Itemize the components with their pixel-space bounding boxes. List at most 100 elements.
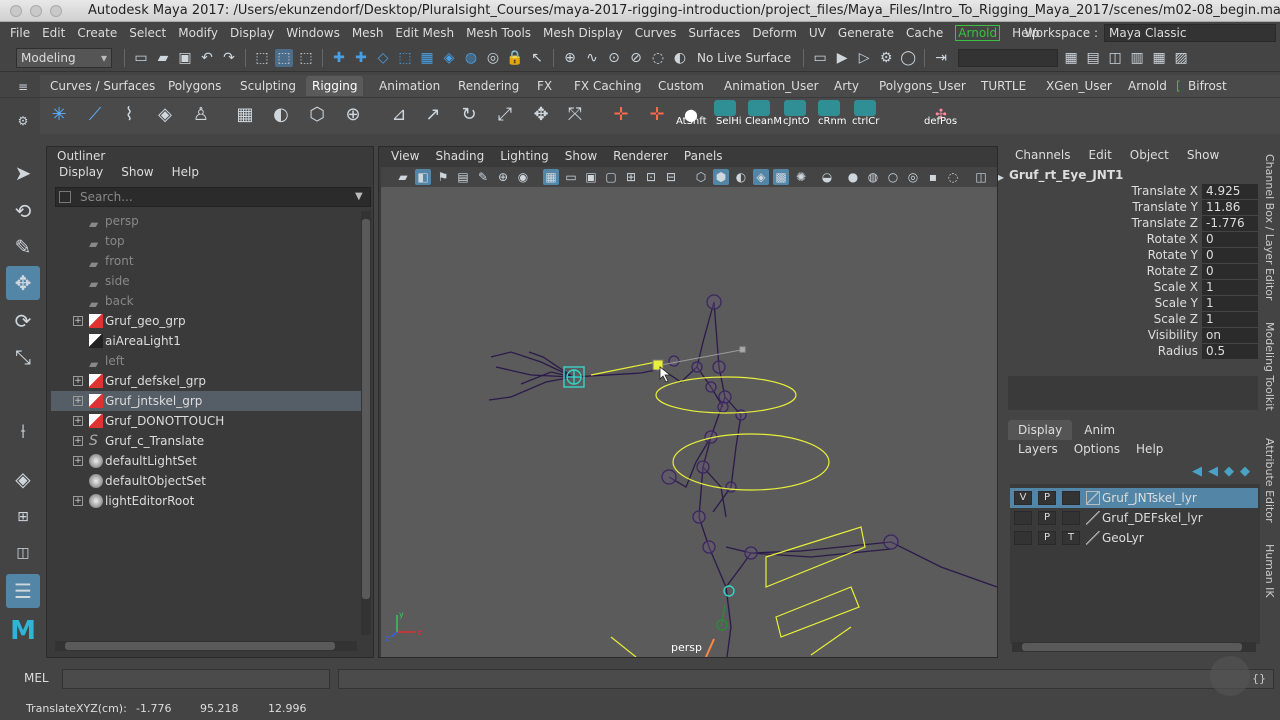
- locator-icon[interactable]: ✛: [606, 100, 636, 130]
- menu-deform[interactable]: Deform: [746, 22, 803, 44]
- aim-constraint-icon[interactable]: ↗: [418, 100, 448, 130]
- snap-to-curve-icon[interactable]: ∿: [583, 49, 601, 67]
- layer-display-type-toggle[interactable]: [1062, 491, 1080, 505]
- hypershade-icon[interactable]: ◯: [899, 49, 917, 67]
- minimize-window-button[interactable]: [30, 5, 42, 17]
- 3d-viewport[interactable]: y x z persp: [381, 187, 997, 657]
- menu-mesh-tools[interactable]: Mesh Tools: [460, 22, 537, 44]
- new-layer-selected-icon[interactable]: ◆: [1240, 464, 1250, 479]
- camera-tool-icon[interactable]: ◉: [515, 169, 531, 185]
- shadows-icon[interactable]: ◒: [819, 169, 835, 185]
- move-layer-down-icon[interactable]: ◀: [1208, 464, 1218, 479]
- tree-item-defaultobjectset[interactable]: defaultObjectSet: [51, 471, 361, 491]
- lock-selection-icon[interactable]: 🔒: [506, 49, 524, 67]
- sign-in-icon[interactable]: ▦: [1062, 49, 1080, 67]
- depth-of-field-icon[interactable]: ◎: [905, 169, 921, 185]
- shelf-tab-polygons-user[interactable]: Polygons_User: [879, 76, 966, 96]
- zoom-window-button[interactable]: [50, 5, 62, 17]
- cluster-icon[interactable]: ⊕: [338, 100, 368, 130]
- expand-icon[interactable]: +: [73, 456, 83, 466]
- layer-row-gruf-jntskel[interactable]: V P Gruf_JNTskel_lyr: [1010, 488, 1258, 508]
- shelf-tab-fx[interactable]: FX: [537, 76, 552, 96]
- menu-uv[interactable]: UV: [803, 22, 832, 44]
- last-tool-icon[interactable]: ⟊: [6, 414, 40, 448]
- shelf-tab-custom[interactable]: Custom: [658, 76, 704, 96]
- outliner-horizontal-scrollbar[interactable]: [55, 641, 357, 651]
- side-tab-attribute-editor[interactable]: Attribute Editor: [1263, 438, 1276, 523]
- tree-item-gruf-jntskel-grp[interactable]: + Gruf_jntskel_grp: [51, 391, 361, 411]
- layer-row-geolyr[interactable]: P T GeoLyr: [1010, 528, 1258, 548]
- select-object-icon[interactable]: ⬚: [275, 48, 293, 67]
- wireframe-on-shaded-icon[interactable]: ◈: [753, 169, 769, 185]
- layer-menu-help[interactable]: Help: [1136, 442, 1163, 456]
- point-constraint-icon[interactable]: ⊿: [384, 100, 414, 130]
- channel-row[interactable]: Scale X1: [1005, 280, 1260, 296]
- paint-select-icon[interactable]: ✎: [6, 230, 40, 264]
- expand-icon[interactable]: +: [73, 416, 83, 426]
- tree-item-top[interactable]: ▰ top: [51, 231, 361, 251]
- isolate-select-icon[interactable]: ▪: [925, 169, 941, 185]
- channel-row[interactable]: Translate X 4.925: [1005, 184, 1260, 200]
- layer-display-type-toggle[interactable]: T: [1062, 531, 1080, 545]
- select-by-curves-icon[interactable]: ◇: [374, 49, 392, 67]
- motion-blur-icon[interactable]: ◍: [865, 169, 881, 185]
- textured-icon[interactable]: ▩: [773, 169, 789, 185]
- expand-icon[interactable]: +: [73, 396, 83, 406]
- single-perspective-layout-icon[interactable]: ◈: [6, 462, 40, 496]
- viewport-menu-view[interactable]: View: [391, 149, 419, 163]
- workspace-dropdown[interactable]: Maya Classic: [1104, 24, 1276, 42]
- menu-surfaces[interactable]: Surfaces: [682, 22, 746, 44]
- render-current-frame-icon[interactable]: ▶: [833, 49, 851, 67]
- channel-menu-channels[interactable]: Channels: [1015, 148, 1071, 162]
- tree-item-gruf-defskel-grp[interactable]: + Gruf_defskel_grp: [51, 371, 361, 391]
- tree-item-side[interactable]: ▰ side: [51, 271, 361, 291]
- ipr-render-icon[interactable]: ▷: [855, 49, 873, 67]
- select-camera-icon[interactable]: ▰: [395, 169, 411, 185]
- layer-playback-toggle[interactable]: P: [1038, 511, 1056, 525]
- highlight-selection-icon[interactable]: ↖: [528, 49, 546, 67]
- layer-horizontal-scrollbar[interactable]: [1012, 642, 1256, 652]
- new-scene-icon[interactable]: ▭: [132, 49, 150, 67]
- channel-menu-show[interactable]: Show: [1187, 148, 1219, 162]
- layer-tab-anim[interactable]: Anim: [1074, 420, 1125, 440]
- expand-icon[interactable]: +: [73, 316, 83, 326]
- crnm-script-icon[interactable]: [818, 100, 840, 116]
- viewport-menu-panels[interactable]: Panels: [684, 149, 723, 163]
- channel-value-field[interactable]: 11.86: [1202, 200, 1258, 215]
- xray-icon[interactable]: ◌: [945, 169, 961, 185]
- shelf-tab-sculpting[interactable]: Sculpting: [240, 76, 296, 96]
- channel-row[interactable]: Scale Z1: [1005, 312, 1260, 328]
- shelf-tab-animation-user[interactable]: Animation_User: [724, 76, 819, 96]
- menu-edit[interactable]: Edit: [36, 22, 71, 44]
- cjnto-script-icon[interactable]: [784, 100, 806, 116]
- gate-mask-icon[interactable]: ▢: [603, 169, 619, 185]
- shelf-tab-turtle[interactable]: TURTLE: [981, 76, 1026, 96]
- viewport-menu-show[interactable]: Show: [565, 149, 597, 163]
- layer-color-swatch[interactable]: [1086, 511, 1100, 525]
- image-plane-icon[interactable]: ▤: [455, 169, 471, 185]
- xray-joints-icon[interactable]: ◫: [973, 169, 989, 185]
- outliner-vertical-scrollbar[interactable]: [361, 211, 371, 635]
- menu-mesh[interactable]: Mesh: [346, 22, 390, 44]
- resolution-gate-icon[interactable]: ▣: [583, 169, 599, 185]
- menu-cache[interactable]: Cache: [900, 22, 949, 44]
- 2d-pan-zoom-icon[interactable]: ⊕: [495, 169, 511, 185]
- channel-row[interactable]: Rotate X0: [1005, 232, 1260, 248]
- channel-menu-edit[interactable]: Edit: [1089, 148, 1112, 162]
- shelf-menu-icon[interactable]: ≡: [16, 80, 30, 94]
- bookmark-icon[interactable]: ⚑: [435, 169, 451, 185]
- layer-menu-layers[interactable]: Layers: [1018, 442, 1058, 456]
- bind-skin-icon[interactable]: ▦: [230, 100, 260, 130]
- shelf-tab-arty[interactable]: Arty: [834, 76, 859, 96]
- channel-row[interactable]: Visibility on: [1005, 328, 1260, 344]
- layer-display-type-toggle[interactable]: [1062, 511, 1080, 525]
- snap-to-view-plane-icon[interactable]: ⊘: [627, 49, 645, 67]
- tree-item-aiarealight1[interactable]: aiAreaLight1: [51, 331, 361, 351]
- channel-value-field[interactable]: 4.925: [1202, 184, 1258, 199]
- select-by-rendering-icon[interactable]: ◍: [462, 49, 480, 67]
- safe-title-icon[interactable]: ⊟: [663, 169, 679, 185]
- script-editor-icon[interactable]: {}: [1252, 672, 1266, 685]
- tree-item-persp[interactable]: ▰ persp: [51, 211, 361, 231]
- shelf-tab-arnold[interactable]: Arnold: [1128, 76, 1167, 96]
- shelf-tab-fx-caching[interactable]: FX Caching: [574, 76, 641, 96]
